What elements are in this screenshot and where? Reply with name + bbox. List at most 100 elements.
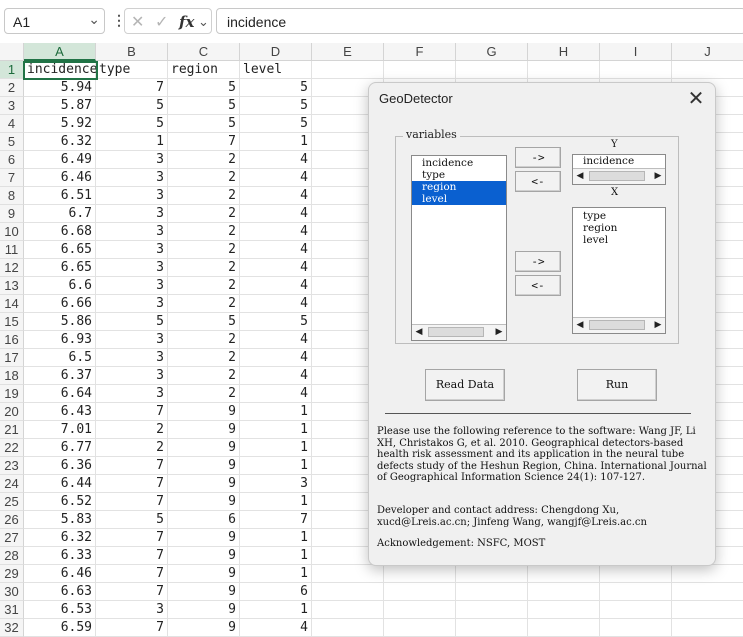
grid-cell[interactable]: 9 [168,619,240,637]
scroll-left-icon[interactable]: ◀ [573,318,587,332]
grid-cell[interactable]: 5 [240,97,312,115]
grid-cell[interactable]: 3 [96,331,168,349]
grid-cell[interactable]: 6.44 [24,475,96,493]
grid-cell[interactable]: 4 [240,349,312,367]
grid-cell[interactable]: 2 [168,169,240,187]
grid-cell[interactable]: 6.46 [24,565,96,583]
run-button[interactable]: Run [577,369,657,401]
grid-cell[interactable]: 5 [96,511,168,529]
grid-cell[interactable]: 6.46 [24,169,96,187]
grid-cell[interactable]: 1 [240,565,312,583]
remove-x-button[interactable]: <- [515,275,561,296]
grid-cell[interactable]: 2 [168,367,240,385]
row-header[interactable]: 11 [0,241,24,259]
grid-cell[interactable]: 5.94 [24,79,96,97]
grid-cell[interactable]: 7 [96,79,168,97]
grid-cell[interactable] [672,565,743,583]
name-box[interactable]: A1 ⌄ [4,8,105,34]
grid-cell[interactable]: 5 [240,313,312,331]
grid-cell[interactable]: 2 [168,151,240,169]
x-variable-item[interactable]: region [573,222,665,234]
grid-cell[interactable]: 5.87 [24,97,96,115]
row-header[interactable]: 23 [0,457,24,475]
grid-cell[interactable]: 3 [96,223,168,241]
grid-cell[interactable] [384,565,456,583]
grid-cell[interactable]: 1 [240,493,312,511]
variables-list-scrollbar[interactable]: ◀ ▶ [412,324,506,340]
row-header[interactable]: 24 [0,475,24,493]
grid-cell[interactable] [672,601,743,619]
grid-cell[interactable] [528,583,600,601]
confirm-icon[interactable]: ✓ [155,12,168,32]
grid-cell[interactable]: 1 [240,457,312,475]
grid-cell[interactable]: 2 [168,277,240,295]
grid-cell[interactable]: 9 [168,439,240,457]
grid-cell[interactable]: 9 [168,565,240,583]
grid-cell[interactable] [600,619,672,637]
grid-cell[interactable]: 4 [240,241,312,259]
grid-cell[interactable]: 9 [168,457,240,475]
variable-item[interactable]: incidence [412,157,506,169]
grid-cell[interactable]: 6.33 [24,547,96,565]
row-header[interactable]: 19 [0,385,24,403]
variables-list[interactable]: incidence type region level ◀ ▶ [411,155,507,341]
variable-item[interactable]: level [412,193,506,205]
grid-cell[interactable]: 7 [240,511,312,529]
x-variable-item[interactable]: type [573,210,665,222]
grid-cell[interactable]: 4 [240,169,312,187]
grid-cell[interactable]: 9 [168,529,240,547]
row-header[interactable]: 29 [0,565,24,583]
grid-cell[interactable]: 9 [168,547,240,565]
grid-cell[interactable]: 6 [168,511,240,529]
grid-cell[interactable]: 6.65 [24,241,96,259]
grid-cell[interactable]: level [240,61,312,79]
row-header[interactable]: 18 [0,367,24,385]
grid-cell[interactable] [528,565,600,583]
grid-cell[interactable]: 2 [168,241,240,259]
column-header-h[interactable]: H [528,43,600,61]
grid-cell[interactable]: 5.86 [24,313,96,331]
row-header[interactable]: 16 [0,331,24,349]
formula-input[interactable]: incidence [216,8,743,34]
scroll-right-icon[interactable]: ▶ [651,318,665,332]
scroll-right-icon[interactable]: ▶ [492,325,506,339]
scroll-left-icon[interactable]: ◀ [412,325,426,339]
row-header[interactable]: 9 [0,205,24,223]
grid-cell[interactable] [672,61,743,79]
row-header[interactable]: 28 [0,547,24,565]
grid-cell[interactable]: 4 [240,385,312,403]
grid-cell[interactable]: 7 [96,403,168,421]
grid-cell[interactable]: 9 [168,403,240,421]
row-header[interactable]: 12 [0,259,24,277]
grid-cell[interactable]: 4 [240,205,312,223]
row-header[interactable]: 13 [0,277,24,295]
column-header-b[interactable]: B [96,43,168,61]
grid-cell[interactable]: 5 [168,115,240,133]
scroll-thumb[interactable] [589,171,645,181]
grid-cell[interactable]: 6.32 [24,133,96,151]
row-header[interactable]: 10 [0,223,24,241]
grid-cell[interactable]: 2 [168,385,240,403]
grid-cell[interactable]: 4 [240,619,312,637]
row-header[interactable]: 20 [0,403,24,421]
row-header[interactable]: 8 [0,187,24,205]
grid-cell[interactable] [600,61,672,79]
grid-cell[interactable]: 7 [96,457,168,475]
grid-cell[interactable]: 6.51 [24,187,96,205]
grid-cell[interactable]: 4 [240,331,312,349]
grid-cell[interactable]: 2 [168,223,240,241]
grid-cell[interactable] [384,583,456,601]
grid-cell[interactable]: 7 [96,529,168,547]
row-header[interactable]: 15 [0,313,24,331]
grid-cell[interactable]: 6.37 [24,367,96,385]
grid-cell[interactable] [384,61,456,79]
grid-cell[interactable]: 1 [240,133,312,151]
grid-cell[interactable] [600,583,672,601]
grid-cell[interactable]: 6.52 [24,493,96,511]
grid-cell[interactable] [456,565,528,583]
grid-cell[interactable]: 5 [240,115,312,133]
grid-cell[interactable]: 2 [168,349,240,367]
x-variable-item[interactable]: level [573,234,665,246]
row-header[interactable]: 17 [0,349,24,367]
read-data-button[interactable]: Read Data [425,369,505,401]
